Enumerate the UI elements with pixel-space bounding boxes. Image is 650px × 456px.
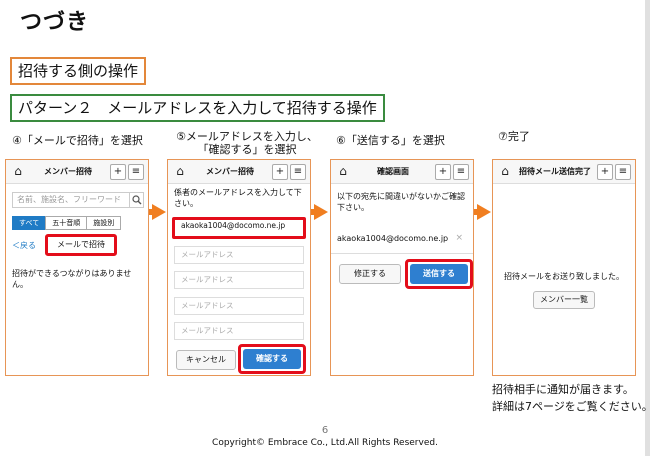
home-icon[interactable]: ⌂: [172, 164, 188, 180]
add-user-icon[interactable]: +: [272, 164, 288, 180]
back-label: 戻る: [20, 241, 36, 250]
step5-label-line1: ⑤メールアドレスを入力し、: [176, 130, 318, 143]
step6-label: ⑥「送信する」を選択: [336, 134, 445, 147]
add-user-icon[interactable]: +: [435, 164, 451, 180]
home-icon[interactable]: ⌂: [497, 164, 513, 180]
tab-kana-order[interactable]: 五十音順: [45, 216, 88, 230]
arrow-right-icon: [306, 204, 328, 220]
confirm-highlight: 確認する: [238, 344, 306, 374]
note-line1: 招待相手に通知が届きます。: [492, 383, 634, 396]
mail-invite-button[interactable]: メールで招待: [45, 234, 117, 256]
menu-icon[interactable]: ≡: [290, 164, 306, 180]
search-icon[interactable]: [129, 193, 143, 207]
email-field[interactable]: メールアドレス: [174, 297, 304, 315]
app-header: ⌂ メンバー招待 + ≡: [168, 160, 310, 184]
tab-by-facility[interactable]: 施設別: [86, 216, 122, 230]
header-title: 招待メール送信完了: [519, 167, 591, 176]
arrow-right-icon: [469, 204, 491, 220]
send-highlight: 送信する: [405, 259, 473, 289]
tab-all[interactable]: すべて: [12, 216, 47, 230]
home-icon[interactable]: ⌂: [335, 164, 351, 180]
back-link[interactable]: ＜戻る: [12, 240, 36, 251]
instruction-text: 以下の宛先に間違いがないかご確認下さい。: [337, 192, 465, 212]
add-user-icon[interactable]: +: [110, 164, 126, 180]
phone-screen-confirm: ⌂ 確認画面 + ≡ 以下の宛先に間違いがないかご確認下さい。 akaoka10…: [330, 159, 474, 376]
phone-screen-email-entry: ⌂ メンバー招待 + ≡ 係者のメールアドレスを入力して下さい。 akaoka1…: [167, 159, 311, 376]
notification-note: 招待相手に通知が届きます。 詳細は7ページをご覧ください。: [492, 381, 650, 415]
filter-segmented-control: すべて 五十音順 施設別: [12, 216, 122, 230]
chevron-left-icon: ＜: [12, 241, 20, 250]
phone-screen-member-invite: ⌂ メンバー招待 + ≡ 名前、施設名、フリーワード すべて 五十音順 施設別 …: [5, 159, 149, 376]
instruction-text: 係者のメールアドレスを入力して下さい。: [174, 188, 302, 208]
section-heading-pattern2: パターン２ メールアドレスを入力して招待する操作: [10, 94, 385, 122]
phone-screen-complete: ⌂ 招待メール送信完了 + ≡ 招待メールをお送り致しました。 メンバー一覧: [492, 159, 636, 376]
header-title: 確認画面: [377, 167, 409, 176]
step5-label: ⑤メールアドレスを入力し、 「確認する」を選択: [172, 130, 322, 156]
menu-icon[interactable]: ≡: [453, 164, 469, 180]
completion-message: 招待メールをお送り致しました。: [504, 272, 624, 281]
member-list-button[interactable]: メンバー一覧: [533, 291, 595, 309]
copyright: Copyright© Embrace Co., Ltd.All Rights R…: [212, 438, 438, 448]
app-header: ⌂ 確認画面 + ≡: [331, 160, 473, 184]
email-field[interactable]: メールアドレス: [174, 246, 304, 264]
email-field[interactable]: メールアドレス: [174, 322, 304, 340]
header-title: メンバー招待: [44, 167, 92, 176]
menu-icon[interactable]: ≡: [615, 164, 631, 180]
note-line2: 詳細は7ページをご覧ください。: [492, 400, 650, 413]
header-title: メンバー招待: [206, 167, 254, 176]
cancel-button[interactable]: キャンセル: [176, 350, 236, 370]
divider: [331, 253, 473, 254]
close-icon[interactable]: ×: [455, 233, 463, 243]
send-button[interactable]: 送信する: [410, 264, 468, 284]
recipient-address: akaoka1004@docomo.ne.jp: [337, 234, 449, 243]
home-icon[interactable]: ⌂: [10, 164, 26, 180]
section-heading-inviter: 招待する側の操作: [10, 57, 147, 85]
search-placeholder: 名前、施設名、フリーワード: [17, 195, 121, 204]
page-title: つづき: [20, 10, 90, 35]
search-input[interactable]: 名前、施設名、フリーワード: [12, 192, 144, 208]
step7-label: ⑦完了: [498, 130, 530, 143]
edit-button[interactable]: 修正する: [339, 264, 401, 284]
step4-label: ④「メールで招待」を選択: [12, 134, 143, 147]
app-header: ⌂ 招待メール送信完了 + ≡: [493, 160, 635, 184]
empty-message: 招待ができるつながりはありません。: [12, 269, 132, 289]
email-field-filled[interactable]: akaoka1004@docomo.ne.jp: [172, 217, 306, 239]
app-header: ⌂ メンバー招待 + ≡: [6, 160, 148, 184]
add-user-icon[interactable]: +: [597, 164, 613, 180]
menu-icon[interactable]: ≡: [128, 164, 144, 180]
step5-label-line2: 「確認する」を選択: [197, 143, 297, 156]
page-number: 6: [321, 425, 329, 436]
email-field[interactable]: メールアドレス: [174, 271, 304, 289]
confirm-button[interactable]: 確認する: [243, 349, 301, 369]
arrow-right-icon: [144, 204, 166, 220]
